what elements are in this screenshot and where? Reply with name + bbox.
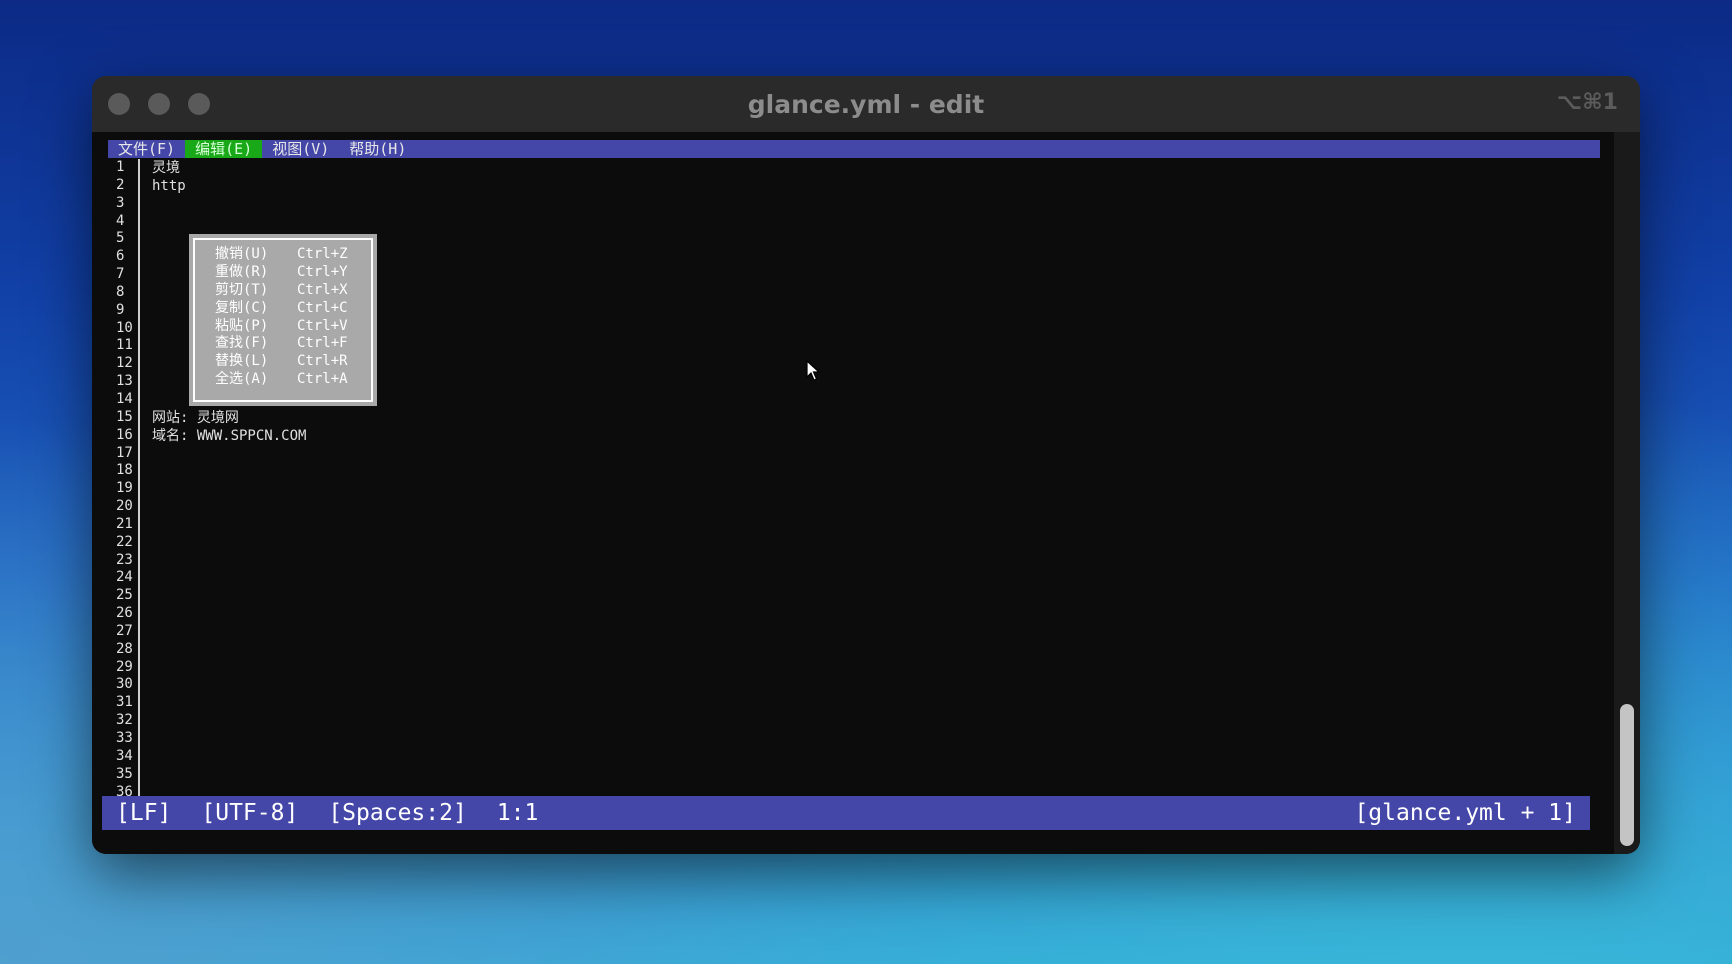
line-number: 29: [116, 658, 133, 675]
edit-menu-item-shortcut: Ctrl+C: [297, 299, 348, 316]
line-number: 7: [116, 266, 125, 283]
edit-menu-item-label: 重做(R): [215, 263, 269, 280]
line-number: 20: [116, 498, 133, 515]
line-number: 16: [116, 426, 133, 443]
edit-menu-item[interactable]: 剪切(T) Ctrl+X: [215, 282, 371, 300]
line-number: 27: [116, 622, 133, 639]
edit-menu-item-shortcut: Ctrl+A: [297, 371, 348, 388]
line-number: 2: [116, 176, 125, 193]
line-number: 33: [116, 730, 133, 746]
edit-menu-dropdown: 撤销(U) Ctrl+Z 重做(R) Ctrl+Y 剪切(T) Ctrl+X 复制(C) Ct…: [189, 234, 377, 406]
line-number: 10: [116, 319, 133, 336]
edit-menu-list: 撤销(U) Ctrl+Z 重做(R) Ctrl+Y 剪切(T) Ctrl+X 复制(C) Ct…: [193, 238, 373, 402]
edit-menu-item-shortcut: Ctrl+R: [297, 353, 348, 370]
edit-menu-item-label: 查找(F): [215, 335, 269, 352]
line-number: 26: [116, 605, 133, 622]
editor-window: glance.yml - edit ⌥⌘1 文件(F) 编辑(E) 视图(V) …: [92, 76, 1640, 854]
code-line-2[interactable]: http: [152, 177, 186, 195]
menu-edit[interactable]: 编辑(E): [185, 140, 263, 158]
line-number: 5: [116, 230, 125, 247]
code-line-16[interactable]: 域名: WWW.SPPCN.COM: [152, 427, 306, 445]
line-number: 3: [116, 194, 125, 211]
edit-menu-item[interactable]: 复制(C) Ctrl+C: [215, 300, 371, 318]
line-number: 35: [116, 765, 133, 782]
edit-menu-item-label: 全选(A): [215, 371, 269, 388]
terminal-area[interactable]: 文件(F) 编辑(E) 视图(V) 帮助(H) 1 2 3 4 5 6 7 8 9 10 11 12 1…: [92, 132, 1640, 854]
menu-help[interactable]: 帮助(H): [339, 140, 416, 158]
edit-menu-item-label: 粘贴(P): [215, 317, 269, 334]
line-number: 23: [116, 551, 133, 568]
line-number: 8: [116, 283, 125, 300]
line-ending-status[interactable]: [LF]: [116, 800, 171, 826]
edit-menu-item[interactable]: 撤销(U) Ctrl+Z: [215, 246, 371, 264]
line-number: 28: [116, 640, 133, 657]
indent-status[interactable]: [Spaces:2]: [328, 800, 466, 826]
edit-menu-item-label: 撤销(U): [215, 246, 269, 262]
line-number: 15: [116, 408, 133, 425]
line-number: 31: [116, 694, 133, 711]
line-number: 9: [116, 301, 125, 318]
line-number-gutter: 1 2 3 4 5 6 7 8 9 10 11 12 13 14 15 16 17 18 19 20 21 22 23 24 2…: [108, 159, 140, 817]
scrollbar-thumb[interactable]: [1620, 704, 1634, 846]
status-bar: [LF] [UTF-8] [Spaces:2] 1:1 [glance.yml …: [102, 796, 1590, 830]
line-number: 18: [116, 462, 133, 479]
cursor-position-status: 1:1: [496, 800, 539, 826]
line-number: 22: [116, 533, 133, 550]
menu-bar: 文件(F) 编辑(E) 视图(V) 帮助(H): [108, 140, 1600, 158]
line-number: 17: [116, 444, 133, 461]
edit-menu-item-shortcut: Ctrl+V: [297, 317, 348, 334]
line-number: 4: [116, 212, 125, 229]
line-number: 21: [116, 515, 133, 532]
line-number: 12: [116, 355, 133, 372]
title-bar[interactable]: glance.yml - edit ⌥⌘1: [92, 76, 1640, 132]
window-shortcut-label: ⌥⌘1: [1556, 90, 1618, 115]
code-line-1[interactable]: 灵境: [152, 159, 180, 177]
line-number: 11: [116, 337, 133, 354]
edit-menu-item[interactable]: 全选(A) Ctrl+A: [215, 371, 371, 389]
edit-menu-item-label: 替换(L): [215, 353, 269, 370]
line-number: 1: [116, 159, 125, 175]
window-title: glance.yml - edit: [747, 90, 985, 119]
edit-menu-item[interactable]: 替换(L) Ctrl+R: [215, 353, 371, 371]
code-line-15[interactable]: 网站: 灵境网: [152, 409, 239, 427]
mouse-pointer-icon: [806, 360, 820, 381]
edit-menu-item-label: 剪切(T): [215, 281, 269, 298]
line-number: 14: [116, 390, 133, 407]
edit-menu-item[interactable]: 重做(R) Ctrl+Y: [215, 264, 371, 282]
menu-view[interactable]: 视图(V): [262, 140, 339, 158]
line-number: 34: [116, 747, 133, 764]
line-number: 6: [116, 248, 125, 265]
edit-menu-item[interactable]: 查找(F) Ctrl+F: [215, 335, 371, 353]
edit-menu-item-shortcut: Ctrl+X: [297, 281, 348, 298]
edit-menu-item-label: 复制(C): [215, 299, 269, 316]
menu-file[interactable]: 文件(F): [108, 140, 185, 158]
edit-menu-item-shortcut: Ctrl+Z: [297, 246, 348, 262]
line-number: 24: [116, 569, 133, 586]
edit-menu-item-shortcut: Ctrl+F: [297, 335, 348, 352]
line-number: 25: [116, 587, 133, 604]
line-number: 13: [116, 373, 133, 390]
edit-menu-item[interactable]: 粘贴(P) Ctrl+V: [215, 318, 371, 336]
line-number: 30: [116, 676, 133, 693]
line-number: 19: [116, 480, 133, 497]
encoding-status[interactable]: [UTF-8]: [201, 800, 298, 826]
file-status[interactable]: [glance.yml + 1]: [1354, 800, 1590, 826]
edit-menu-item-shortcut: Ctrl+Y: [297, 263, 348, 280]
line-number: 32: [116, 712, 133, 729]
